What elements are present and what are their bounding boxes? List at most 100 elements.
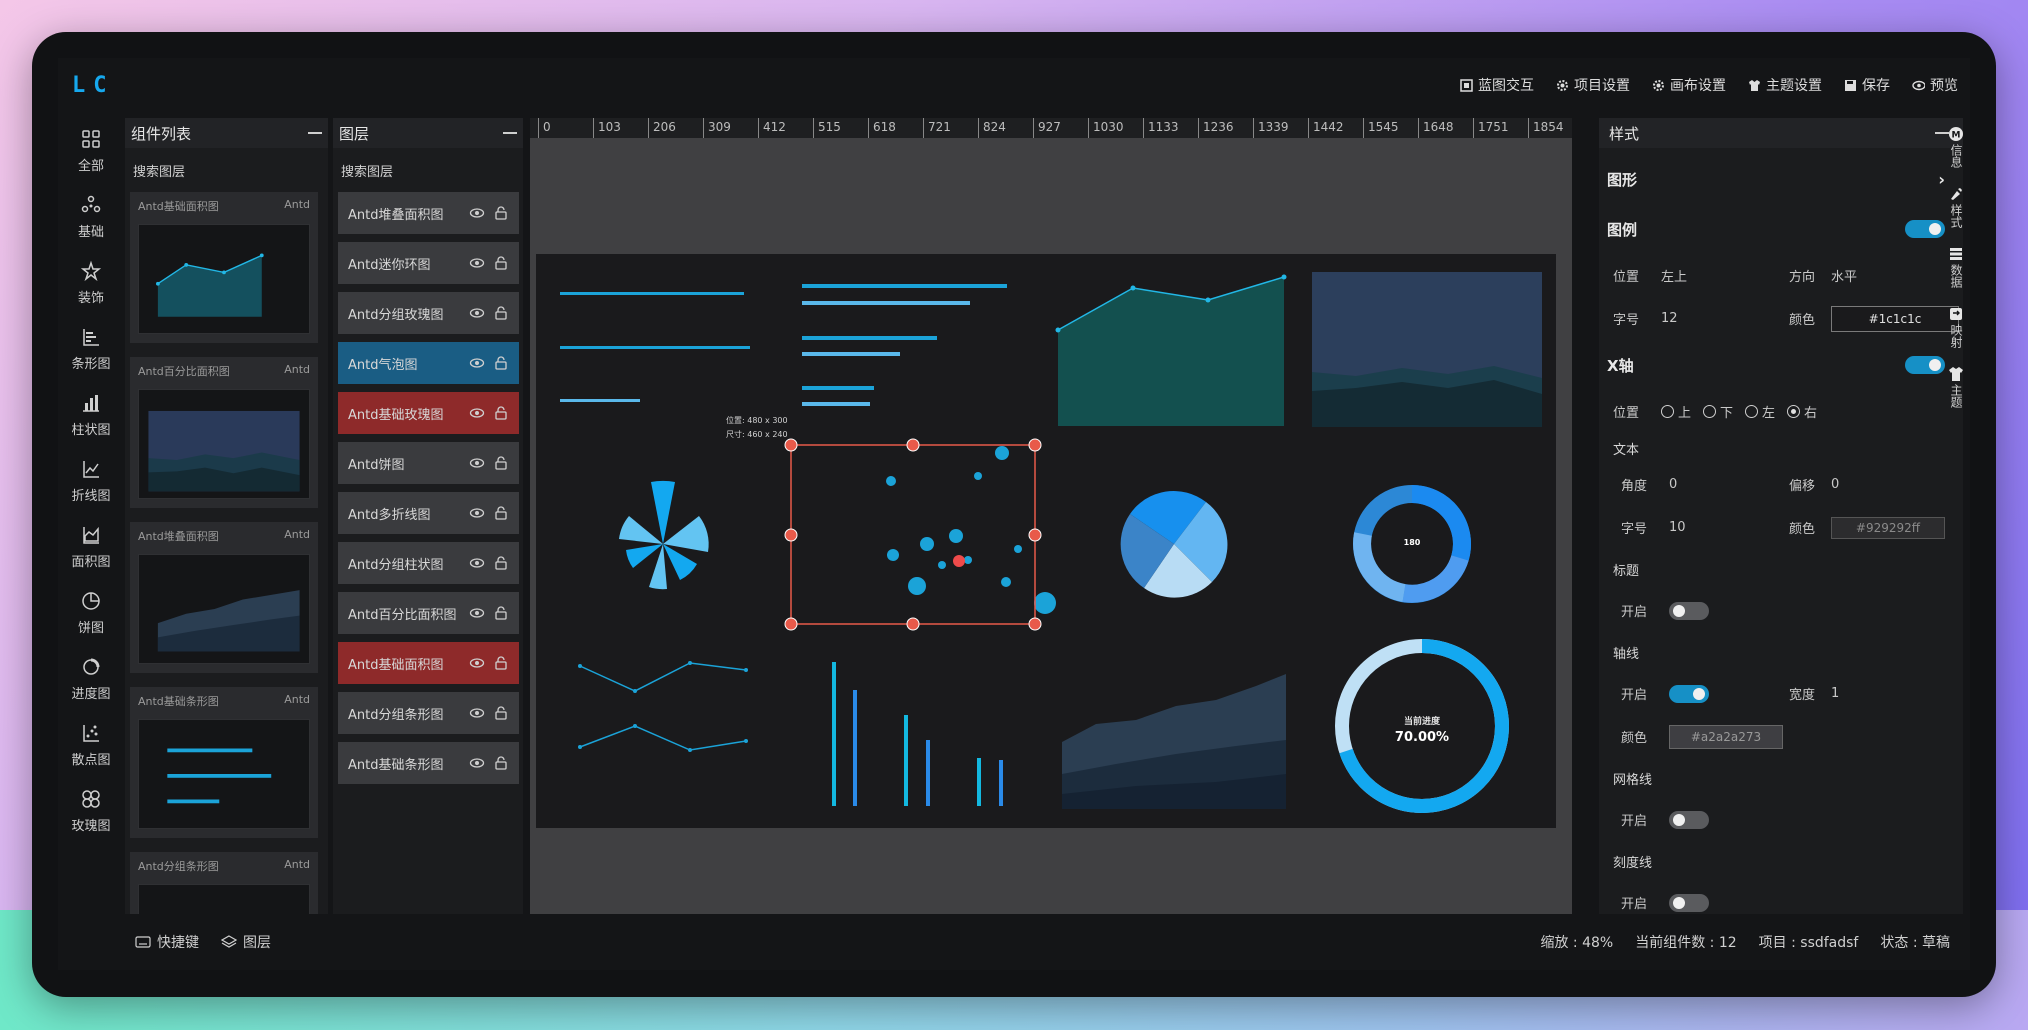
shape-section[interactable]: 图形 › [1607, 154, 1963, 204]
category-area[interactable]: 面积图 [58, 514, 124, 580]
layer-item[interactable]: Antd分组玫瑰图 [338, 292, 519, 334]
eye-icon[interactable] [469, 555, 485, 571]
component-card-stacked-area[interactable]: Antd堆叠面积图 Antd [130, 522, 318, 673]
category-line[interactable]: 折线图 [58, 448, 124, 514]
unlock-icon[interactable] [493, 605, 509, 621]
xaxis-color-picker[interactable]: #929292ff [1831, 516, 1945, 539]
tab-info[interactable]: M 信息 [1942, 126, 1970, 168]
layer-item[interactable]: Antd饼图 [338, 442, 519, 484]
unlock-icon[interactable] [493, 205, 509, 221]
layer-item[interactable]: Antd基础条形图 [338, 742, 519, 784]
layer-search[interactable]: 搜索图层 [333, 148, 523, 192]
tab-theme[interactable]: 主题 [1942, 366, 1970, 408]
legend-size-input[interactable]: 12 [1661, 311, 1789, 326]
radio-bottom[interactable]: 下 [1703, 402, 1733, 421]
unlock-icon[interactable] [493, 505, 509, 521]
layer-item[interactable]: Antd基础面积图 [338, 642, 519, 684]
theme-settings-button[interactable]: 主题设置 [1748, 75, 1822, 95]
chart-basic-area[interactable] [1055, 274, 1287, 427]
chart-stacked-area[interactable] [1062, 674, 1286, 809]
layer-item[interactable]: Antd百分比面积图 [338, 592, 519, 634]
chart-multi-line[interactable] [578, 661, 748, 752]
eye-icon[interactable] [469, 205, 485, 221]
unlock-icon[interactable] [493, 455, 509, 471]
radio-left[interactable]: 左 [1745, 402, 1775, 421]
legend-position-select[interactable]: 左上 [1661, 266, 1789, 285]
xaxis-toggle[interactable] [1905, 356, 1945, 374]
layer-item[interactable]: Antd迷你环图 [338, 242, 519, 284]
category-progress[interactable]: 进度图 [58, 646, 124, 712]
unlock-icon[interactable] [493, 405, 509, 421]
preview-button[interactable]: 预览 [1912, 75, 1958, 95]
component-card-grouped-bar[interactable]: Antd分组条形图 Antd [130, 852, 318, 914]
canvas-area[interactable]: 0 103 206 309 412 515 618 721 824 927 1030 1133 1236… [530, 118, 1572, 914]
save-button[interactable]: 保存 [1844, 75, 1890, 95]
eye-icon[interactable] [469, 355, 485, 371]
tab-mapping[interactable]: 映射 [1942, 306, 1970, 348]
category-bar-vertical[interactable]: 柱状图 [58, 382, 124, 448]
component-card-basic-bar[interactable]: Antd基础条形图 Antd [130, 687, 318, 838]
eye-icon[interactable] [469, 505, 485, 521]
canvas-settings-button[interactable]: 画布设置 [1652, 75, 1726, 95]
category-rose[interactable]: 玫瑰图 [58, 778, 124, 844]
category-pie[interactable]: 饼图 [58, 580, 124, 646]
chart-bubble[interactable] [784, 438, 1056, 631]
unlock-icon[interactable] [493, 255, 509, 271]
unlock-icon[interactable] [493, 755, 509, 771]
xaxis-angle-input[interactable]: 0 [1669, 477, 1789, 492]
eye-icon[interactable] [469, 655, 485, 671]
eye-icon[interactable] [469, 605, 485, 621]
chart-basic-rose[interactable] [619, 480, 709, 590]
eye-icon[interactable] [469, 755, 485, 771]
chart-basic-bar[interactable] [802, 284, 1007, 406]
radio-right[interactable]: 右 [1787, 402, 1817, 421]
layer-item[interactable]: Antd分组条形图 [338, 692, 519, 734]
dashboard-board[interactable]: 位置: 480 x 300 尺寸: 460 x 240 180 当前进度 70.… [536, 254, 1556, 828]
xaxis-offset-input[interactable]: 0 [1831, 477, 1839, 492]
collapse-icon[interactable] [308, 132, 322, 134]
category-all[interactable]: 全部 [58, 118, 124, 184]
component-card-basic-area[interactable]: Antd基础面积图 Antd [130, 192, 318, 343]
tab-data[interactable]: 数据 [1942, 246, 1970, 288]
axisline-width-input[interactable]: 1 [1831, 686, 1839, 701]
layer-item[interactable]: Antd多折线图 [338, 492, 519, 534]
category-scatter[interactable]: 散点图 [58, 712, 124, 778]
unlock-icon[interactable] [493, 355, 509, 371]
shortcut-button[interactable]: 快捷键 [135, 932, 199, 952]
category-bar-horizontal[interactable]: 条形图 [58, 316, 124, 382]
layer-item[interactable]: Antd堆叠面积图 [338, 192, 519, 234]
grid-toggle[interactable] [1669, 810, 1709, 829]
chart-percent-area[interactable] [1312, 272, 1542, 427]
eye-icon[interactable] [469, 305, 485, 321]
legend-direction-select[interactable]: 水平 [1831, 266, 1857, 285]
eye-icon[interactable] [469, 405, 485, 421]
component-card-percent-area[interactable]: Antd百分比面积图 Antd [130, 357, 318, 508]
xaxis-size-input[interactable]: 10 [1669, 520, 1789, 535]
chart-grouped-bar[interactable] [560, 292, 750, 402]
legend-color-picker[interactable]: #1c1c1c [1831, 305, 1959, 332]
layers-toggle-button[interactable]: 图层 [221, 932, 271, 952]
chart-grouped-column[interactable] [832, 662, 1003, 806]
unlock-icon[interactable] [493, 305, 509, 321]
layer-item[interactable]: Antd气泡图 [338, 342, 519, 384]
component-search[interactable]: 搜索图层 [125, 148, 328, 192]
axisline-toggle[interactable] [1669, 684, 1709, 703]
category-decor[interactable]: 装饰 [58, 250, 124, 316]
unlock-icon[interactable] [493, 555, 509, 571]
xaxis-title-toggle[interactable] [1669, 601, 1709, 620]
collapse-icon[interactable] [503, 132, 517, 134]
tick-toggle[interactable] [1669, 893, 1709, 912]
eye-icon[interactable] [469, 455, 485, 471]
chart-pie[interactable] [1120, 491, 1228, 598]
legend-toggle[interactable] [1905, 220, 1945, 238]
eye-icon[interactable] [469, 705, 485, 721]
eye-icon[interactable] [469, 255, 485, 271]
unlock-icon[interactable] [493, 705, 509, 721]
radio-top[interactable]: 上 [1661, 402, 1691, 421]
axisline-color-picker[interactable]: #a2a2a273 [1669, 724, 1783, 749]
layer-item[interactable]: Antd基础玫瑰图 [338, 392, 519, 434]
blueprint-button[interactable]: 蓝图交互 [1460, 75, 1534, 95]
tab-style[interactable]: 样式 [1942, 186, 1970, 228]
project-settings-button[interactable]: 项目设置 [1556, 75, 1630, 95]
layer-item[interactable]: Antd分组柱状图 [338, 542, 519, 584]
